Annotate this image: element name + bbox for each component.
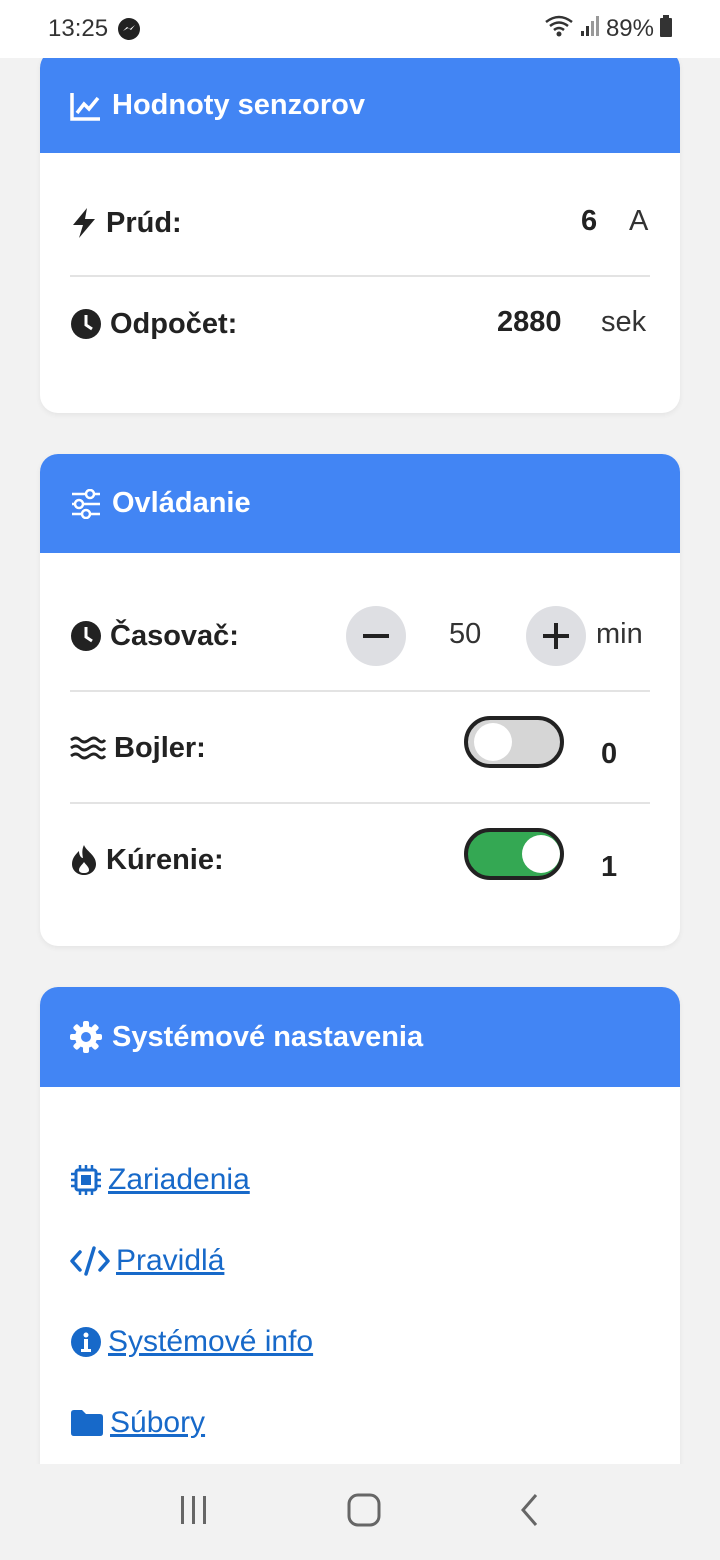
heating-label: Kúrenie: — [106, 843, 224, 876]
control-card-header: Ovládanie — [40, 454, 680, 553]
settings-card-header: Systémové nastavenia — [40, 987, 680, 1087]
clock-icon — [71, 309, 101, 339]
chip-icon — [71, 1165, 101, 1195]
files-link-label: Súbory — [110, 1406, 206, 1439]
rules-link[interactable]: Pravidlá — [70, 1244, 224, 1278]
wifi-icon — [544, 14, 574, 45]
timer-value: 50 — [449, 618, 482, 650]
folder-icon — [71, 1410, 103, 1436]
back-icon — [521, 1493, 538, 1526]
system-info-link[interactable]: Systémové info — [70, 1325, 313, 1359]
bolt-icon — [73, 208, 95, 238]
timer-decrease-button[interactable] — [346, 606, 406, 666]
timer-increase-button[interactable] — [526, 606, 586, 666]
heating-state: 1 — [601, 851, 618, 883]
countdown-value: 2880 — [497, 306, 562, 338]
navigation-bar — [0, 1464, 720, 1560]
countdown-label: Odpočet: — [110, 307, 238, 340]
toggle-knob — [474, 723, 512, 761]
minus-icon — [363, 634, 389, 638]
current-unit: A — [629, 205, 649, 237]
settings-card: Systémové nastavenia Zariadenia Pravidlá — [40, 987, 680, 1464]
toggle-knob — [522, 835, 560, 873]
files-link[interactable]: Súbory — [70, 1406, 205, 1440]
boiler-label: Bojler: — [114, 731, 206, 764]
settings-title: Systémové nastavenia — [112, 1020, 424, 1053]
status-bar: 13:25 89% — [0, 0, 720, 58]
boiler-toggle[interactable] — [464, 716, 564, 768]
sliders-icon — [72, 488, 100, 519]
countdown-unit: sek — [601, 306, 647, 338]
control-title: Ovládanie — [112, 487, 251, 519]
back-button[interactable] — [518, 1492, 542, 1533]
divider — [70, 275, 650, 277]
battery-percent: 89% — [605, 15, 654, 42]
page-content: Hodnoty senzorov Prúd: 6 A Odpočet: 2880… — [0, 58, 720, 1464]
rules-link-label: Pravidlá — [116, 1244, 225, 1277]
water-waves-icon — [70, 736, 106, 760]
divider — [70, 690, 650, 692]
current-value: 6 — [581, 205, 598, 237]
timer-label: Časovač: — [110, 619, 239, 652]
home-icon — [347, 1493, 381, 1526]
countdown-row: Odpočet: — [70, 304, 650, 344]
signal-icon — [580, 15, 600, 44]
sensors-title: Hodnoty senzorov — [112, 89, 365, 121]
timer-unit: min — [596, 618, 643, 650]
boiler-state: 0 — [601, 738, 618, 770]
recent-apps-icon — [181, 1495, 206, 1524]
clock-icon — [71, 621, 101, 651]
chart-line-icon — [70, 92, 100, 121]
code-icon — [70, 1246, 110, 1276]
status-time: 13:25 — [48, 15, 109, 42]
control-card: Ovládanie Časovač: 50 min Bojler: 0 Kúre… — [40, 454, 680, 946]
messenger-icon — [118, 18, 141, 40]
recent-apps-button[interactable] — [178, 1494, 210, 1531]
plus-icon — [543, 623, 569, 649]
gear-icon — [70, 1021, 102, 1053]
sensors-card: Hodnoty senzorov Prúd: 6 A Odpočet: 2880… — [40, 58, 680, 413]
info-icon — [71, 1327, 101, 1357]
current-label: Prúd: — [106, 206, 182, 239]
home-button[interactable] — [346, 1492, 382, 1533]
devices-link-label: Zariadenia — [108, 1163, 250, 1196]
heating-toggle[interactable] — [464, 828, 564, 880]
fire-icon — [72, 845, 96, 875]
system-info-link-label: Systémové info — [108, 1325, 314, 1358]
sensors-card-header: Hodnoty senzorov — [40, 58, 680, 153]
divider — [70, 802, 650, 804]
current-row: Prúd: — [70, 203, 650, 243]
battery-icon — [660, 14, 672, 44]
devices-link[interactable]: Zariadenia — [70, 1163, 250, 1197]
